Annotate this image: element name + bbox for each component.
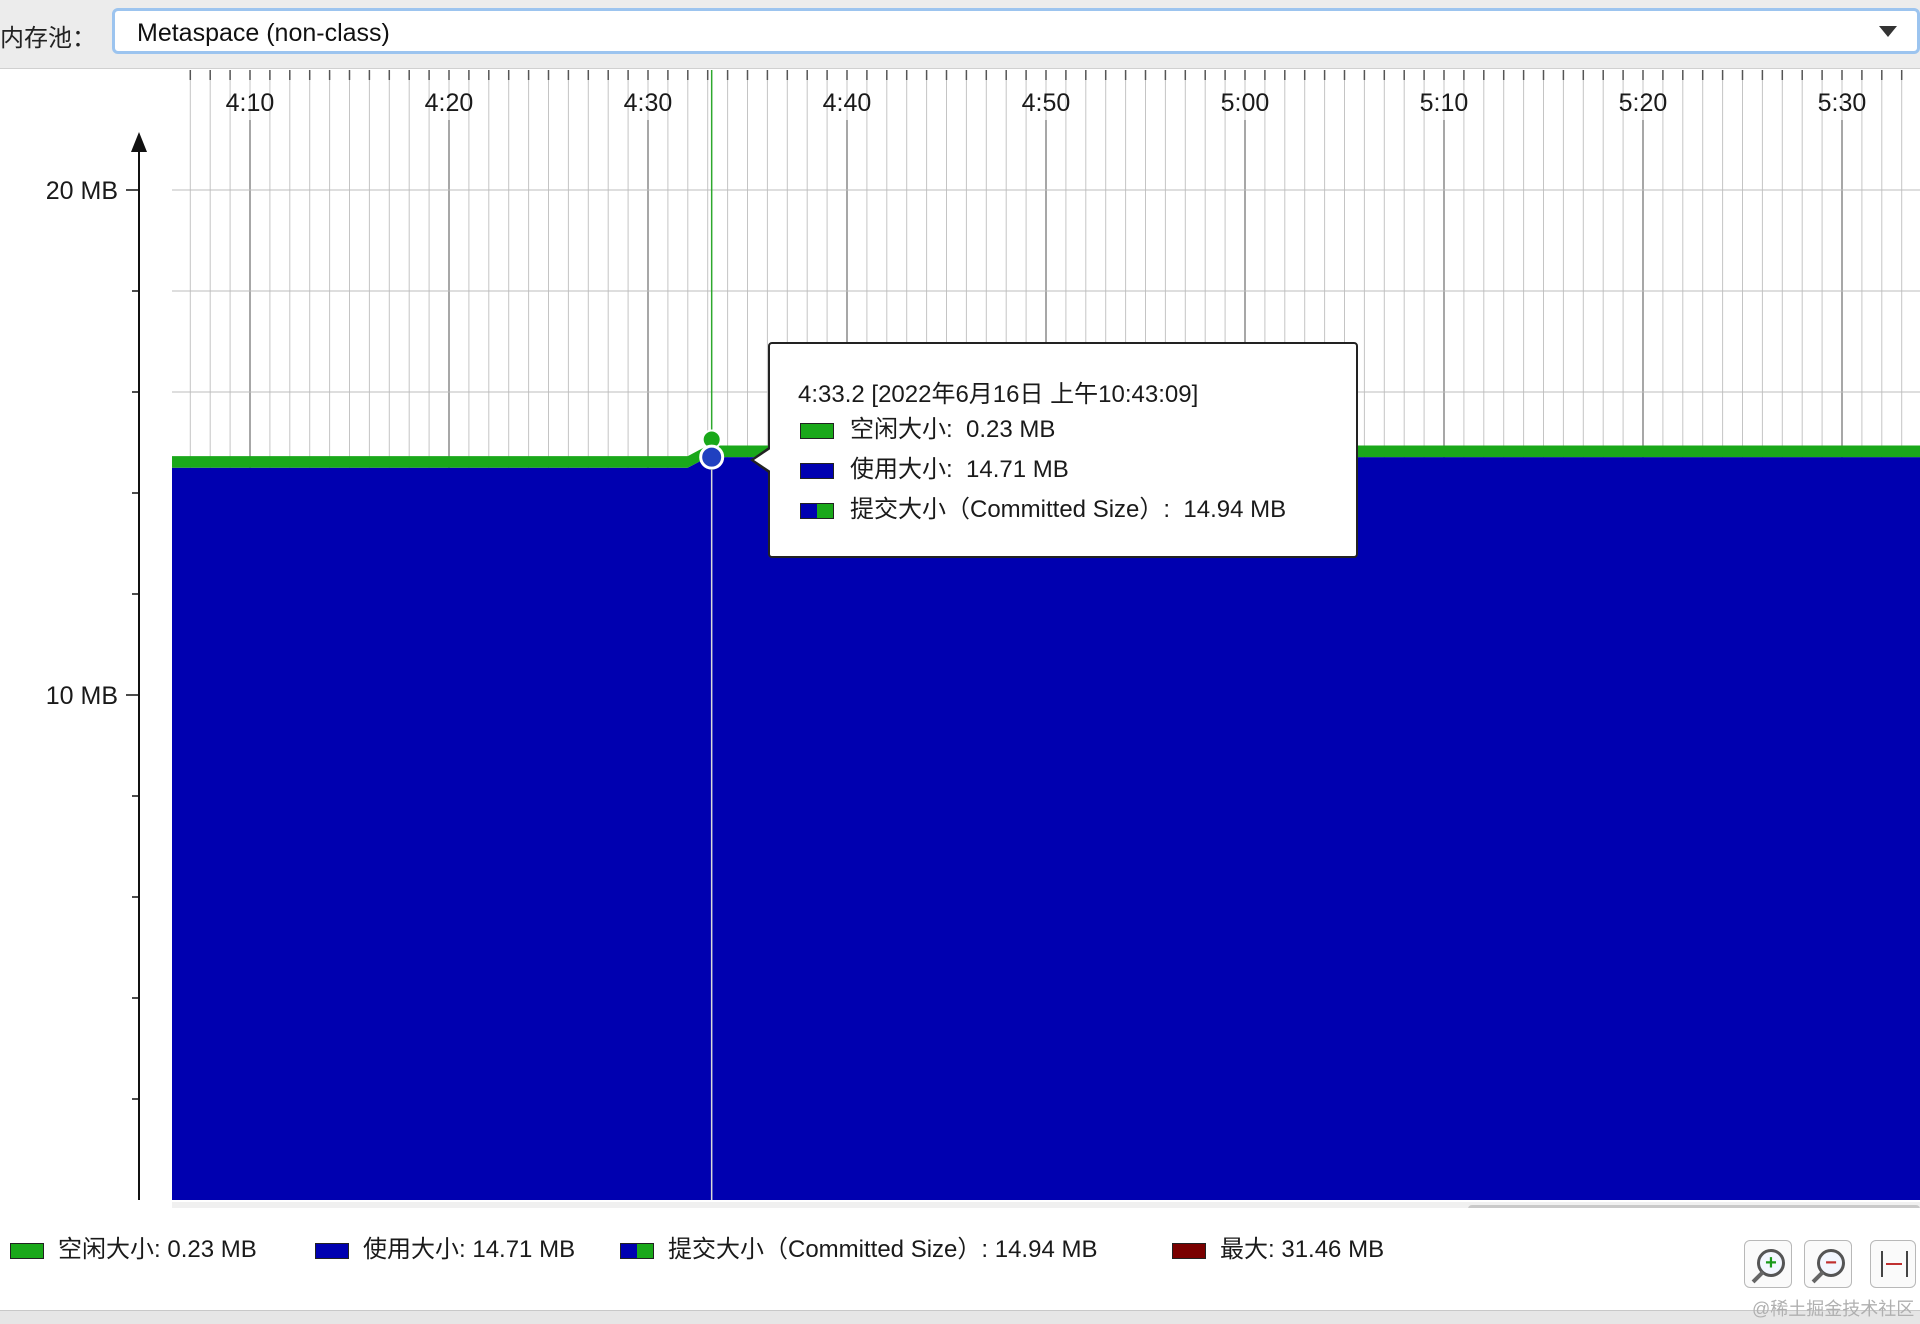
fit-bar-right [1906, 1251, 1908, 1277]
tooltip-row-value: 14.94 MB [1183, 496, 1287, 523]
used-swatch-icon [315, 1242, 349, 1259]
area-series [172, 445, 1920, 1200]
tooltip-row-value: 0.23 MB [966, 416, 1056, 443]
y-tick-label: 10 MB [46, 682, 118, 710]
x-tick-label: 4:40 [823, 89, 872, 117]
legend-value: 31.46 MB [1281, 1236, 1385, 1263]
legend-label: 最大: [1220, 1236, 1275, 1263]
pool-label: 内存池： [0, 25, 96, 52]
x-tick-label: 4:10 [226, 89, 275, 117]
x-tick-label: 5:00 [1221, 89, 1270, 117]
tooltip-title: 4:33.2 [2022年6月16日 上午10:43:09] [798, 381, 1199, 408]
chevron-down-icon [1879, 26, 1897, 37]
tooltip-pointer-inner [754, 448, 772, 472]
y-axis-arrow [131, 132, 147, 152]
legend-item-used: 使用大小: 14.71 MB [305, 1230, 575, 1270]
legend-label: 空闲大小: [58, 1236, 161, 1263]
x-tick-label: 4:20 [425, 89, 474, 117]
legend-item-free: 空闲大小: 0.23 MB [0, 1230, 257, 1270]
used-point-marker [699, 444, 725, 470]
zoom-out-button[interactable]: − [1804, 1240, 1852, 1288]
committed-swatch-icon [620, 1242, 654, 1259]
legend-item-max: 最大: 31.46 MB [1162, 1230, 1384, 1270]
magnifier-handle [1811, 1270, 1825, 1284]
used-swatch-icon [800, 462, 834, 479]
fit-bar-left [1881, 1251, 1883, 1277]
magnifier-handle [1751, 1270, 1765, 1284]
fit-arrow [1886, 1263, 1902, 1265]
y-axis: 20 MB 10 MB [46, 132, 147, 1200]
horizontal-scrollbar[interactable] [172, 1202, 1920, 1208]
x-tick-label: 5:20 [1619, 89, 1668, 117]
committed-swatch-icon [800, 502, 834, 519]
x-tick-label: 5:30 [1818, 89, 1867, 117]
fit-icon [1879, 1251, 1909, 1277]
tooltip-row-label: 空闲大小: [850, 416, 953, 443]
legend-label: 提交大小（Committed Size）: [668, 1236, 989, 1263]
used-area [172, 457, 1920, 1200]
x-tick-label: 4:30 [624, 89, 673, 117]
pool-toolbar: 内存池： Metaspace (non-class) [0, 0, 1920, 69]
pool-select-value: Metaspace (non-class) [137, 19, 390, 47]
tooltip-row-committed: 提交大小（Committed Size）: 14.94 MB [800, 495, 1286, 525]
tooltip-row-value: 14.71 MB [966, 456, 1069, 483]
zoom-in-button[interactable]: + [1744, 1240, 1792, 1288]
tooltip-row-used: 使用大小: 14.71 MB [800, 455, 1069, 485]
pool-select[interactable]: Metaspace (non-class) [112, 8, 1920, 54]
watermark: @稀土掘金技术社区 [1752, 1299, 1915, 1319]
x-tick-label: 4:50 [1022, 89, 1071, 117]
legend-item-committed: 提交大小（Committed Size）: 14.94 MB [610, 1230, 1097, 1270]
tooltip: 4:33.2 [2022年6月16日 上午10:43:09] 空闲大小: 0.2… [750, 342, 1358, 558]
legend-label: 使用大小: [363, 1236, 466, 1263]
scrollbar-thumb [1468, 1205, 1920, 1208]
tooltip-row-label: 提交大小（Committed Size）: [850, 496, 1171, 523]
memory-chart[interactable]: 4:10 4:20 4:30 4:40 4:50 5:00 5:10 5:20 5:30 20 … [0, 68, 1920, 1208]
status-bar [0, 1310, 1920, 1324]
free-swatch-icon [10, 1242, 44, 1259]
legend-value: 0.23 MB [167, 1236, 257, 1263]
free-swatch-icon [800, 422, 834, 439]
tooltip-row-label: 使用大小: [850, 456, 953, 483]
fit-button[interactable] [1870, 1240, 1916, 1288]
x-tick-label: 5:10 [1420, 89, 1469, 117]
legend-value: 14.94 MB [994, 1236, 1098, 1263]
max-swatch-icon [1172, 1242, 1206, 1259]
y-tick-label: 20 MB [46, 177, 118, 205]
legend-value: 14.71 MB [472, 1236, 576, 1263]
tooltip-row-free: 空闲大小: 0.23 MB [800, 415, 1055, 445]
